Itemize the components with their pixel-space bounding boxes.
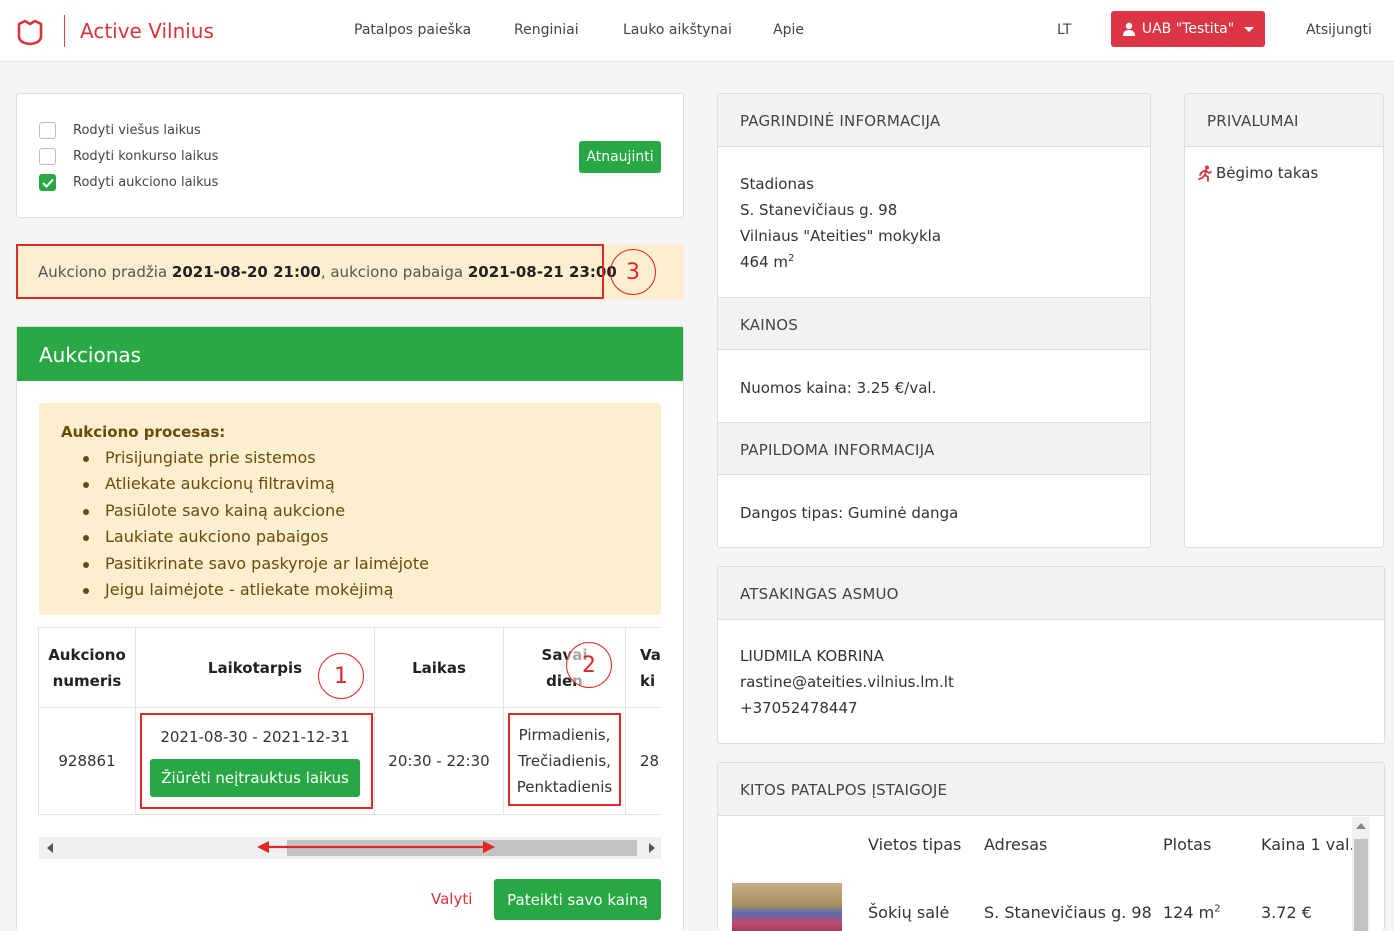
scroll-hint-arrow <box>257 841 495 853</box>
main-info-header: PAGRINDINĖ INFORMACIJA <box>718 94 1150 147</box>
logout-link[interactable]: Atsijungti <box>1306 22 1372 38</box>
th-time: Laikas <box>374 627 504 708</box>
shield-logo-icon[interactable] <box>16 18 44 46</box>
th-price: Va ki <box>625 627 661 708</box>
auction-process-box: Aukciono procesas: Prisijungiate prie si… <box>39 403 661 615</box>
nav-about[interactable]: Apie <box>773 22 804 38</box>
scroll-thumb[interactable] <box>1354 839 1368 931</box>
other-rooms-card: KITOS PATALPOS ĮSTAIGOJE Vietos tipas Ad… <box>717 762 1385 931</box>
brand-separator <box>64 15 65 47</box>
annotation-marker-2: 2 <box>566 642 612 688</box>
contact-phone: +37052478447 <box>740 699 858 717</box>
other-rooms-header: KITOS PATALPOS ĮSTAIGOJE <box>718 763 1384 816</box>
annotation-box-3 <box>16 244 604 299</box>
nav-events[interactable]: Renginiai <box>514 22 579 38</box>
annotation-box-2 <box>508 713 621 806</box>
filter-label: Rodyti aukciono laikus <box>73 175 219 190</box>
contact-header: ATSAKINGAS ASMUO <box>718 567 1384 620</box>
contact-card: ATSAKINGAS ASMUO LIUDMILA KOBRINA rastin… <box>717 566 1385 744</box>
main-info-card: PAGRINDINĖ INFORMACIJA Stadionas S. Stan… <box>717 93 1151 548</box>
filter-label: Rodyti viešus laikus <box>73 123 201 138</box>
contact-email[interactable]: rastine@ateities.vilnius.lm.lt <box>740 673 954 691</box>
scroll-left-arrow-icon[interactable] <box>47 843 53 853</box>
scroll-up-arrow-icon[interactable] <box>1356 823 1366 829</box>
benefit-item: Bėgimo takas <box>1197 164 1318 182</box>
user-menu-button[interactable]: UAB "Testita" <box>1111 11 1265 47</box>
nav-outdoor-courts[interactable]: Lauko aikštynai <box>623 22 732 38</box>
col-place-type: Vietos tipas <box>868 835 962 854</box>
room-price[interactable]: 3.72 € <box>1261 903 1312 922</box>
benefits-card: PRIVALUMAI Bėgimo takas <box>1184 93 1384 548</box>
benefits-header: PRIVALUMAI <box>1185 94 1383 147</box>
facility-type: Stadionas <box>740 175 814 193</box>
process-step: Pasiūlote savo kainą aukcione <box>83 498 429 524</box>
col-address: Adresas <box>984 835 1048 854</box>
checkbox-public[interactable] <box>39 122 56 139</box>
check-icon <box>41 178 54 188</box>
school-link[interactable]: Vilniaus "Ateities" mokykla <box>740 227 941 245</box>
checkbox-contest[interactable] <box>39 148 56 165</box>
annotation-box-1 <box>140 713 373 809</box>
cell-time: 20:30 - 22:30 <box>374 707 504 815</box>
col-price: Kaina 1 val. <box>1261 835 1355 854</box>
cell-auction-number: 928861 <box>38 707 136 815</box>
surface-type: Dangos tipas: Guminė danga <box>740 504 959 522</box>
process-step: Prisijungiate prie sistemos <box>83 445 429 471</box>
caret-down-icon <box>1244 26 1255 32</box>
user-icon <box>1122 22 1135 36</box>
annotation-marker-3: 3 <box>610 249 656 295</box>
process-step: Pasitikrinate savo paskyroje ar laimėjot… <box>83 551 429 577</box>
brand-name[interactable]: Active Vilnius <box>80 19 214 43</box>
other-rooms-vertical-scrollbar[interactable] <box>1352 817 1370 931</box>
room-area[interactable]: 124 m2 <box>1163 903 1221 922</box>
extra-info-header: PAPILDOMA INFORMACIJA <box>718 422 1150 475</box>
refresh-button[interactable]: Atnaujinti <box>579 141 661 173</box>
prices-header: KAINOS <box>718 297 1150 350</box>
scroll-right-arrow-icon[interactable] <box>649 843 655 853</box>
process-title: Aukciono procesas: <box>61 423 226 441</box>
clear-link[interactable]: Valyti <box>431 890 472 908</box>
filter-public-times[interactable]: Rodyti viešus laikus <box>39 122 201 139</box>
process-steps: Prisijungiate prie sistemos Atliekate au… <box>83 445 429 603</box>
filter-auction-times[interactable]: Rodyti aukciono laikus <box>39 174 218 191</box>
filter-card: Rodyti viešus laikus Rodyti konkurso lai… <box>16 93 684 218</box>
th-auction-number: Aukciono numeris <box>38 627 136 708</box>
top-navbar: Active Vilnius Patalpos paieška Renginia… <box>0 0 1394 62</box>
rent-price: Nuomos kaina: 3.25 €/val. <box>740 379 937 397</box>
facility-area: 464 m2 <box>740 253 795 271</box>
checkbox-auction[interactable] <box>39 174 56 191</box>
language-switch[interactable]: LT <box>1057 22 1071 38</box>
contact-name: LIUDMILA KOBRINA <box>740 647 884 665</box>
col-area: Plotas <box>1163 835 1212 854</box>
submit-price-button[interactable]: Pateikti savo kainą <box>494 879 661 920</box>
auction-title: Aukcionas <box>17 327 683 381</box>
filter-contest-times[interactable]: Rodyti konkurso laikus <box>39 148 218 165</box>
process-step: Atliekate aukcionų filtravimą <box>83 471 429 497</box>
cell-price: 28 <box>625 707 661 815</box>
process-step: Jeigu laimėjote - atliekate mokėjimą <box>83 577 429 603</box>
user-name: UAB "Testita" <box>1141 21 1235 37</box>
nav-room-search[interactable]: Patalpos paieška <box>354 22 471 38</box>
facility-address: S. Stanevičiaus g. 98 <box>740 201 898 219</box>
room-thumbnail[interactable] <box>732 883 842 931</box>
room-address[interactable]: S. Stanevičiaus g. 98 <box>984 903 1152 922</box>
filter-label: Rodyti konkurso laikus <box>73 149 219 164</box>
running-person-icon <box>1198 165 1212 182</box>
process-step: Laukiate aukciono pabaigos <box>83 524 429 550</box>
annotation-marker-1: 1 <box>318 653 364 699</box>
room-type-link[interactable]: Šokių salė <box>868 903 949 922</box>
